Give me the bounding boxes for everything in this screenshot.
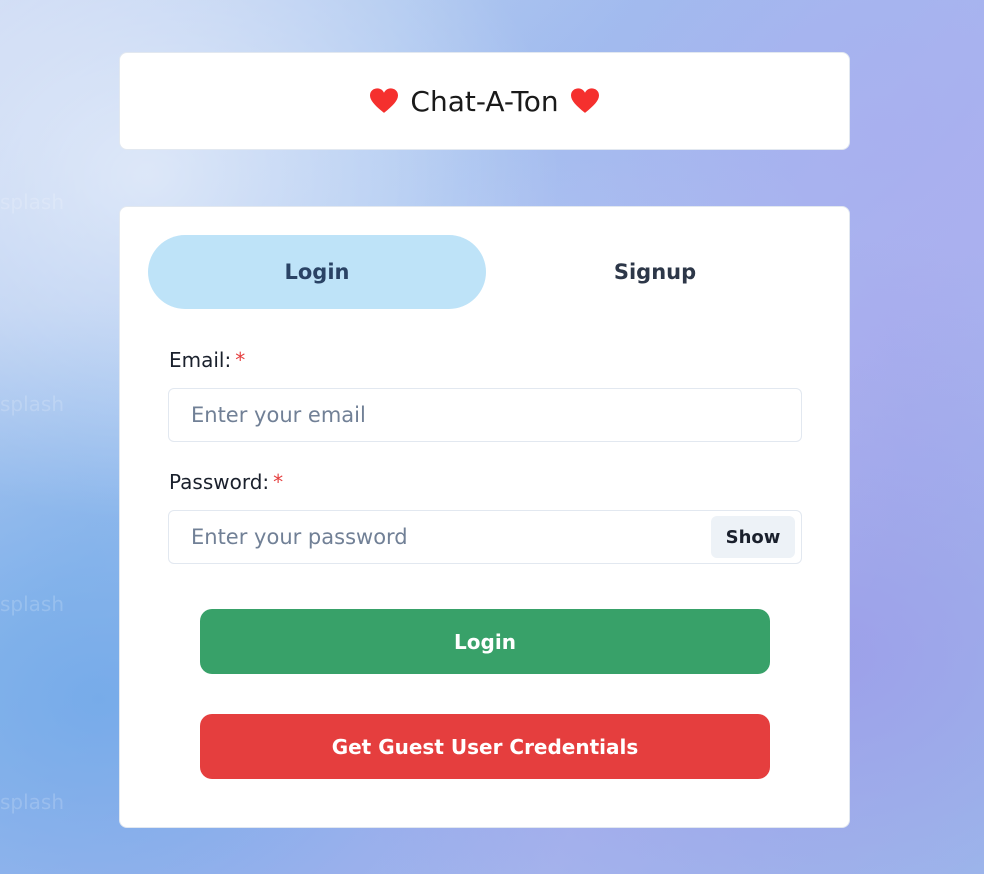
email-field[interactable] xyxy=(169,388,801,442)
background-watermark: splash xyxy=(0,190,65,214)
show-password-button[interactable]: Show xyxy=(711,516,795,558)
email-label-text: Email: xyxy=(169,348,232,372)
heart-icon xyxy=(570,88,599,113)
background-watermark: splash xyxy=(0,392,65,416)
app-title: Chat-A-Ton xyxy=(410,84,559,118)
app-title-row: Chat-A-Ton xyxy=(370,84,599,118)
required-marker: * xyxy=(273,470,284,494)
password-field[interactable] xyxy=(169,510,711,564)
auth-tabs: Login Signup xyxy=(148,235,824,309)
guest-credentials-button[interactable]: Get Guest User Credentials xyxy=(200,714,770,779)
background-watermark: splash xyxy=(0,592,65,616)
required-marker: * xyxy=(235,348,246,372)
background-watermark: splash xyxy=(0,790,65,814)
password-field-wrapper: Show xyxy=(168,510,802,564)
password-label-text: Password: xyxy=(169,470,270,494)
tab-login[interactable]: Login xyxy=(148,235,486,309)
heart-icon xyxy=(370,88,399,113)
auth-card: Login Signup Email:* Password:* Show Log… xyxy=(119,206,850,828)
app-header: Chat-A-Ton xyxy=(119,52,850,150)
password-label: Password: * xyxy=(169,470,283,494)
email-label: Email: * xyxy=(169,348,245,372)
tab-signup[interactable]: Signup xyxy=(486,235,824,309)
email-field-wrapper xyxy=(168,388,802,442)
login-button[interactable]: Login xyxy=(200,609,770,674)
